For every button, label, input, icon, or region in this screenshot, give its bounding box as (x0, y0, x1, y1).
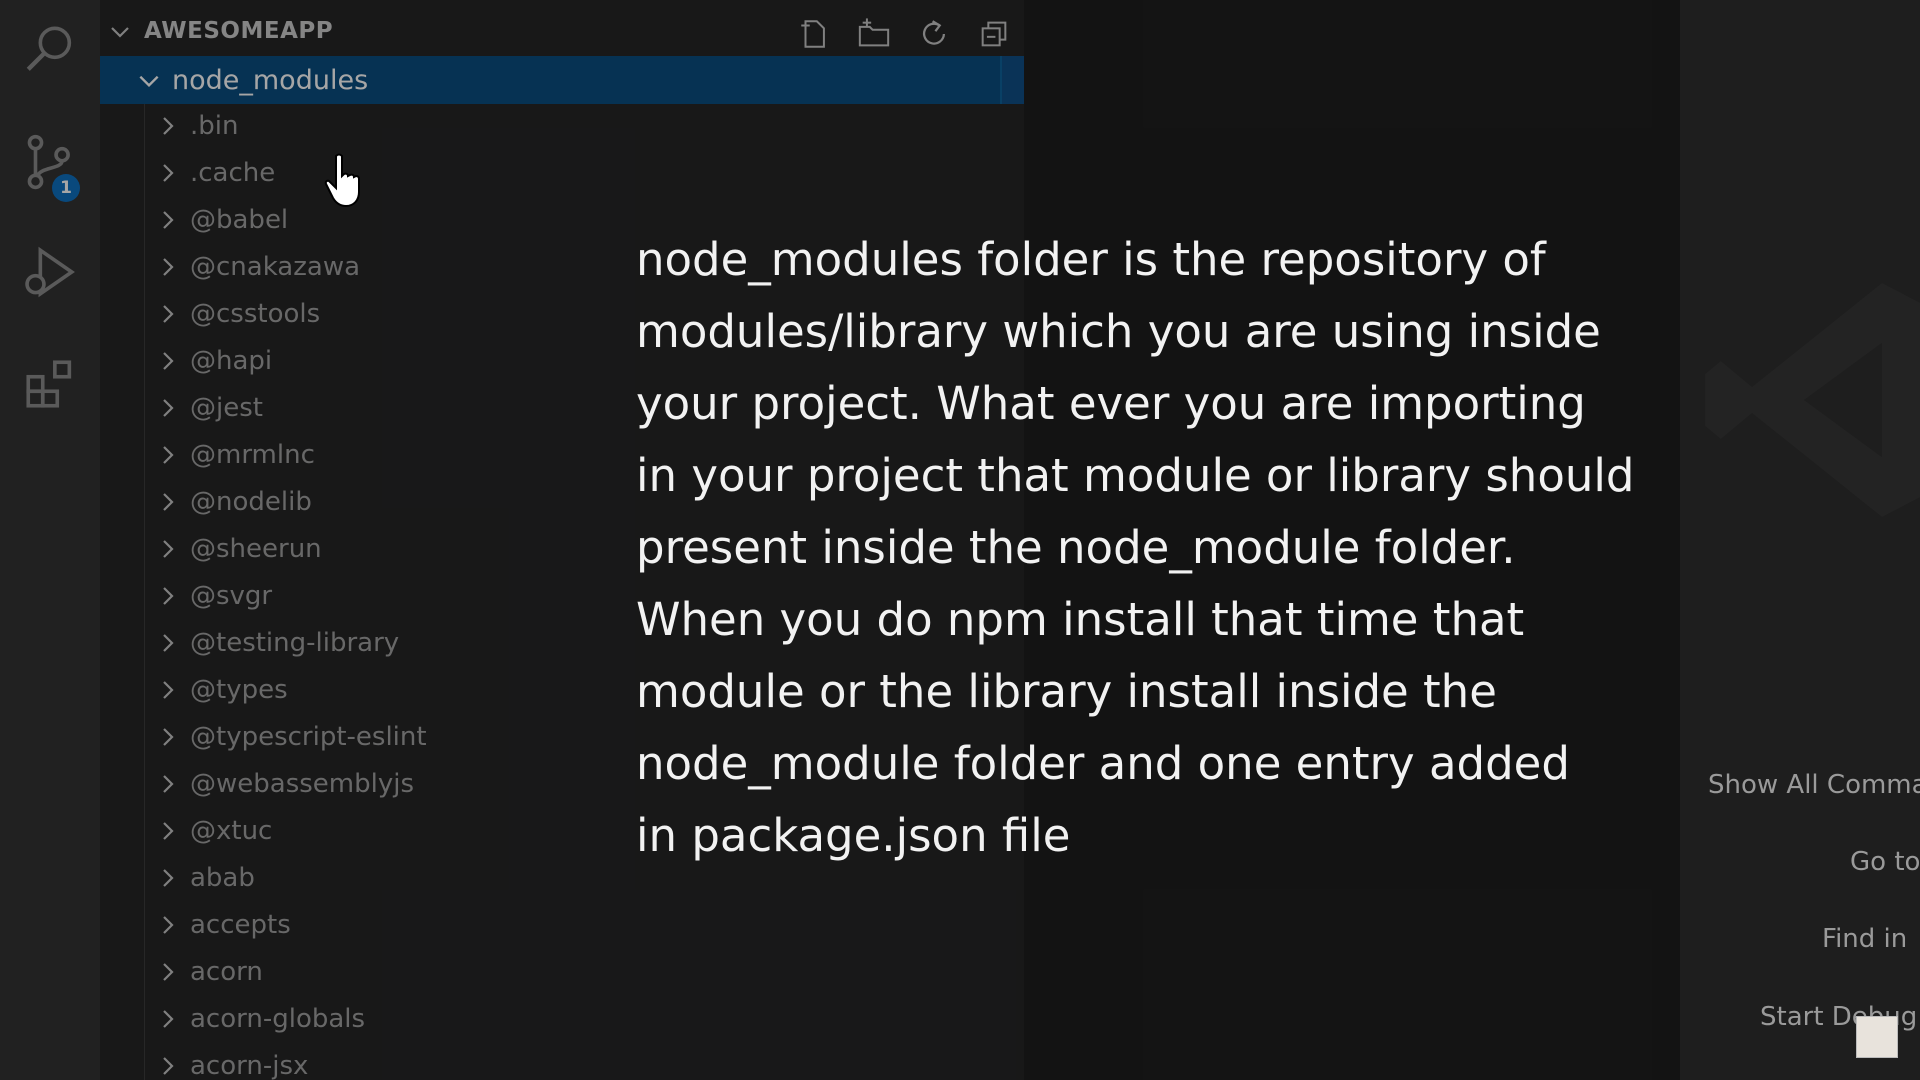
channel-logo-icon (1856, 1016, 1898, 1058)
vscode-watermark-icon (1705, 283, 1920, 517)
caption-line: When you do npm install that time that (636, 593, 1525, 646)
shortcut-show-all-commands: Show All Comma (1708, 770, 1920, 800)
caption-line: node_modules folder is the repository of (636, 233, 1546, 286)
caption-line: node_module folder and one entry added (636, 737, 1570, 790)
caption-line: modules/library which you are using insi… (636, 305, 1601, 358)
caption-line: module or the library install inside the (636, 665, 1497, 718)
shortcut-go-to-file: Go to (1850, 847, 1920, 877)
vscode-window: 1 AWESOMEAPP node_modules .bin .cache @b… (0, 0, 1920, 1080)
tutorial-caption: node_modules folder is the repository of… (636, 224, 1696, 872)
hand-cursor-icon (324, 153, 360, 208)
caption-line: in your project that module or library s… (636, 449, 1635, 502)
shortcut-find-in-files: Find in (1822, 924, 1908, 954)
caption-line: in package.json file (636, 809, 1071, 862)
caption-line: your project. What ever you are importin… (636, 377, 1586, 430)
caption-line: present inside the node_module folder. (636, 521, 1516, 574)
